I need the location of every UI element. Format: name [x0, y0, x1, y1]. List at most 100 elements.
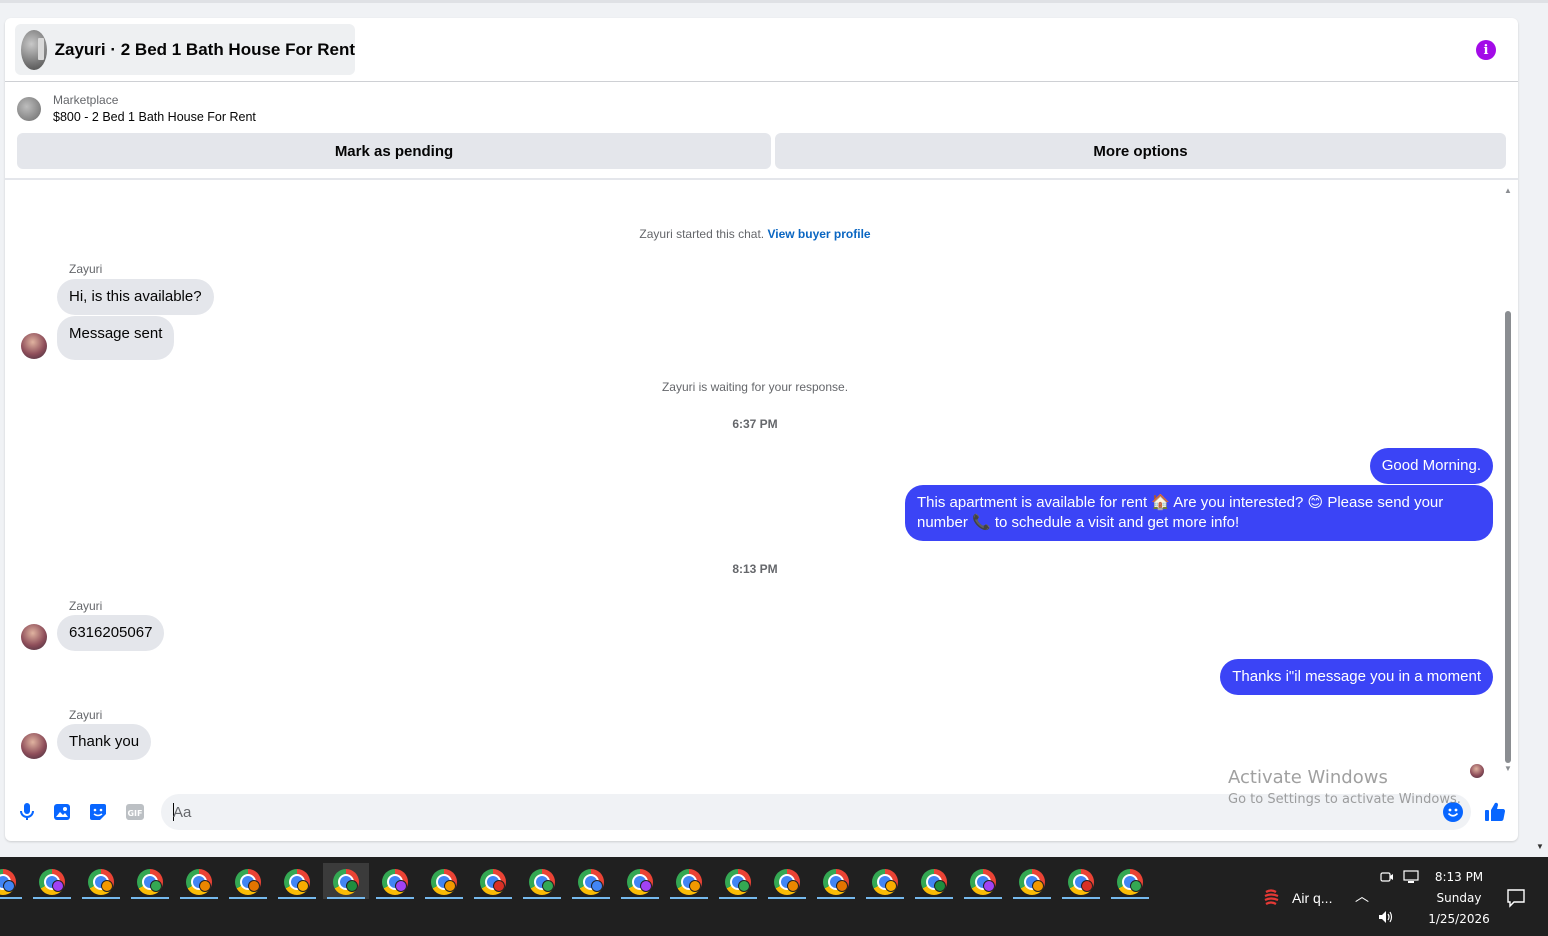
profile-badge-icon [1081, 880, 1093, 892]
profile-badge-icon [787, 880, 799, 892]
running-indicator [915, 897, 953, 899]
message-composer: GIF [5, 788, 1518, 838]
running-indicator [33, 897, 71, 899]
conversation-title-chip[interactable]: Zayuri · 2 Bed 1 Bath House For Rent [15, 24, 355, 75]
running-indicator [82, 897, 120, 899]
running-indicator [523, 897, 561, 899]
outgoing-message[interactable]: This apartment is available for rent 🏠 A… [905, 485, 1493, 541]
taskbar-chrome-profile-button[interactable] [764, 863, 810, 899]
scroll-down-arrow-icon[interactable]: ▼ [1504, 764, 1512, 773]
taskbar-chrome-profile-button[interactable] [911, 863, 957, 899]
info-icon[interactable]: i [1476, 40, 1496, 60]
more-options-button[interactable]: More options [775, 133, 1506, 169]
running-indicator [278, 897, 316, 899]
taskbar-chrome-profile-button[interactable] [1009, 863, 1055, 899]
profile-badge-icon [3, 880, 15, 892]
running-indicator [1013, 897, 1051, 899]
taskbar-chrome-profile-button[interactable] [862, 863, 908, 899]
sender-avatar[interactable] [21, 733, 47, 759]
profile-badge-icon [836, 880, 848, 892]
taskbar-chrome-profile-button[interactable] [0, 863, 26, 899]
profile-badge-icon [444, 880, 456, 892]
image-icon[interactable] [52, 802, 72, 822]
incoming-message[interactable]: Hi, is this available? [57, 279, 214, 315]
mark-as-pending-button[interactable]: Mark as pending [17, 133, 771, 169]
running-indicator [768, 897, 806, 899]
top-strip [0, 0, 1548, 3]
air-quality-widget[interactable]: Air q... [1262, 888, 1332, 908]
gif-icon[interactable]: GIF [124, 802, 146, 822]
microphone-icon[interactable] [17, 802, 37, 822]
emoji-icon[interactable] [1443, 802, 1463, 822]
running-indicator [327, 897, 365, 899]
sender-name: Zayuri [69, 599, 103, 613]
running-indicator [474, 897, 512, 899]
notification-center-icon[interactable] [1506, 888, 1526, 908]
taskbar-chrome-profile-button[interactable] [715, 863, 761, 899]
chat-header: Zayuri · 2 Bed 1 Bath House For Rent i [5, 18, 1518, 82]
taskbar-chrome-profile-button[interactable] [372, 863, 418, 899]
listing-summary[interactable]: Marketplace $800 - 2 Bed 1 Bath House Fo… [17, 92, 256, 126]
network-icon[interactable] [1403, 870, 1419, 887]
chat-scrollbar[interactable]: ▲ ▼ [1504, 186, 1512, 780]
listing-avatar [21, 29, 47, 70]
profile-badge-icon [689, 880, 701, 892]
running-indicator [1111, 897, 1149, 899]
taskbar-chrome-profile-button[interactable] [617, 863, 663, 899]
profile-badge-icon [297, 880, 309, 892]
taskbar-chrome-profile-button[interactable] [1058, 863, 1104, 899]
running-indicator [964, 897, 1002, 899]
incoming-message[interactable]: Message sent [57, 316, 175, 360]
profile-badge-icon [983, 880, 995, 892]
sticker-icon[interactable] [88, 802, 108, 822]
message-input-wrapper[interactable] [161, 794, 1471, 830]
message-input[interactable] [173, 794, 1423, 830]
scroll-up-arrow-icon[interactable]: ▲ [1504, 186, 1512, 195]
taskbar-chrome-profile-button[interactable] [568, 863, 614, 899]
profile-badge-icon [934, 880, 946, 892]
sender-avatar[interactable] [21, 333, 47, 359]
profile-badge-icon [248, 880, 260, 892]
running-indicator [425, 897, 463, 899]
taskbar-chrome-profile-button[interactable] [519, 863, 565, 899]
outgoing-message[interactable]: Good Morning. [1369, 448, 1493, 484]
taskbar-chrome-profile-button[interactable] [323, 863, 369, 899]
taskbar-chrome-profile-button[interactable] [176, 863, 222, 899]
taskbar-chrome-profile-button[interactable] [225, 863, 271, 899]
chat-panel: Zayuri · 2 Bed 1 Bath House For Rent i M… [5, 18, 1518, 841]
running-indicator [817, 897, 855, 899]
sender-name: Zayuri [69, 708, 103, 722]
incoming-message[interactable]: Thank you [57, 724, 152, 760]
taskbar-chrome-profile-button[interactable] [78, 863, 124, 899]
scroll-thumb[interactable] [1505, 311, 1511, 763]
view-buyer-profile-link[interactable]: View buyer profile [767, 227, 870, 241]
incoming-message[interactable]: 6316205067 [57, 615, 165, 651]
volume-icon[interactable] [1378, 910, 1394, 927]
meet-now-icon[interactable] [1380, 870, 1394, 887]
profile-badge-icon [150, 880, 162, 892]
profile-badge-icon [101, 880, 113, 892]
profile-badge-icon [1032, 880, 1044, 892]
chevron-up-icon[interactable]: ︿ [1355, 886, 1369, 906]
sender-avatar[interactable] [21, 624, 47, 650]
page-scroll-down-icon[interactable]: ▼ [1536, 842, 1544, 851]
taskbar-chrome-profile-button[interactable] [127, 863, 173, 899]
profile-badge-icon [885, 880, 897, 892]
taskbar-chrome-profile-button[interactable] [813, 863, 859, 899]
running-indicator [866, 897, 904, 899]
taskbar-chrome-profile-button[interactable] [1107, 863, 1153, 899]
taskbar-chrome-profile-button[interactable] [666, 863, 712, 899]
like-icon[interactable] [1483, 800, 1507, 824]
taskbar-chrome-profile-button[interactable] [29, 863, 75, 899]
running-indicator [180, 897, 218, 899]
taskbar-chrome-profile-button[interactable] [421, 863, 467, 899]
taskbar-chrome-profile-button[interactable] [470, 863, 516, 899]
listing-thumbnail [17, 97, 41, 121]
system-clock[interactable]: 8:13 PM Sunday 1/25/2026 [1420, 867, 1498, 930]
taskbar-chrome-profile-button[interactable] [274, 863, 320, 899]
running-indicator [229, 897, 267, 899]
message-timestamp: 6:37 PM [732, 417, 778, 431]
chat-started-line: Zayuri started this chat. View buyer pro… [5, 227, 1505, 241]
outgoing-message[interactable]: Thanks i"il message you in a moment [1220, 659, 1493, 695]
taskbar-chrome-profile-button[interactable] [960, 863, 1006, 899]
